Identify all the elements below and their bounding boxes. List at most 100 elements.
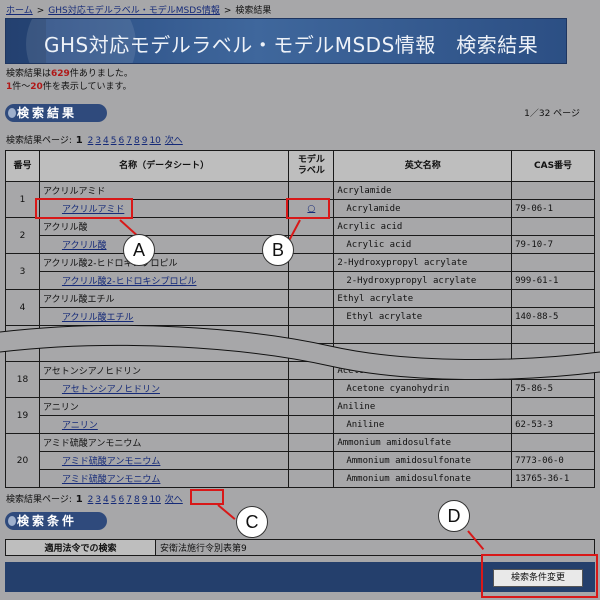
pager-current-page: 1 bbox=[75, 135, 83, 146]
summary-text: 件ありました。 bbox=[69, 69, 133, 79]
summary-text: 件を表示しています。 bbox=[42, 82, 132, 92]
cas-cell bbox=[511, 397, 595, 416]
table-row: 3 アクリル酸2-ヒドロキシプロピル 2-Hydroxypropyl acryl… bbox=[5, 253, 595, 290]
model-label-cell bbox=[288, 451, 335, 470]
callout-line-c bbox=[217, 504, 236, 520]
conditions-section-heading: 検索条件 bbox=[5, 512, 107, 530]
pager-page-link[interactable]: 10 bbox=[149, 136, 160, 146]
page-title: GHS対応モデルラベル・モデルMSDS情報 検索結果 bbox=[44, 33, 539, 57]
english-subname: Ammonium amidosulfonate bbox=[333, 451, 513, 470]
cas-number: 999-61-1 bbox=[511, 271, 595, 290]
english-name: 2-Hydroxypropyl acrylate bbox=[333, 253, 513, 272]
english-name: Ethyl acrylate bbox=[333, 289, 513, 308]
cas-cell bbox=[511, 181, 595, 200]
cas-cell bbox=[511, 253, 595, 272]
pager-current-page: 1 bbox=[75, 494, 83, 505]
pager-page-link[interactable]: 2 bbox=[88, 136, 94, 146]
pager-label: 検索結果ページ: bbox=[6, 495, 72, 505]
breadcrumb-ghs-link[interactable]: GHS対応モデルラベル・モデルMSDS情報 bbox=[48, 6, 220, 16]
table-row: 19 アニリン Aniline bbox=[5, 397, 595, 434]
table-header-row: 番号 名称（データシート） モデル ラベル 英文名称 CAS番号 bbox=[5, 150, 595, 182]
pager-page-link[interactable]: 4 bbox=[103, 495, 109, 505]
english-name: Aniline bbox=[333, 397, 513, 416]
pager-page-link[interactable]: 4 bbox=[103, 136, 109, 146]
datasheet-link[interactable]: アクリル酸2-ヒドロキシプロピル bbox=[62, 277, 197, 287]
substance-name: アニリン bbox=[38, 397, 290, 416]
row-number: 3 bbox=[5, 253, 40, 290]
col-header-name: 名称（データシート） bbox=[38, 150, 290, 182]
english-subname: Acrylamide bbox=[333, 199, 513, 218]
model-label-cell bbox=[288, 289, 335, 308]
pager-page-link[interactable]: 3 bbox=[95, 495, 101, 505]
model-label-cell bbox=[288, 415, 335, 434]
highlight-box-b bbox=[286, 198, 330, 219]
summary-text: 検索結果は bbox=[6, 69, 52, 79]
pager-page-link[interactable]: 9 bbox=[142, 136, 148, 146]
substance-name: アミド硫酸アンモニウム bbox=[38, 433, 290, 452]
datasheet-link[interactable]: アミド硫酸アンモニウム bbox=[62, 475, 160, 485]
callout-marker-c: C bbox=[236, 506, 268, 538]
pager-page-link[interactable]: 8 bbox=[134, 495, 140, 505]
table-row: アニリン Aniline 62-53-3 bbox=[6, 415, 595, 434]
english-name: Acrylamide bbox=[333, 181, 513, 200]
pager-page-link[interactable]: 7 bbox=[126, 136, 132, 146]
callout-marker-d: D bbox=[438, 500, 470, 532]
pager-page-link[interactable]: 2 bbox=[88, 495, 94, 505]
model-label-cell bbox=[288, 433, 335, 452]
table-row: 4 アクリル酸エチル Ethyl acrylate bbox=[5, 289, 595, 326]
model-label-cell bbox=[288, 469, 335, 488]
table-row: アミド硫酸アンモニウム Ammonium amidosulfonate 7773… bbox=[6, 451, 595, 470]
cas-cell bbox=[511, 433, 595, 452]
substance-name: アクリル酸エチル bbox=[38, 289, 290, 308]
model-label-cell bbox=[288, 397, 335, 416]
table-row: アミド硫酸アンモニウム Ammonium amidosulfonate 1376… bbox=[6, 469, 595, 488]
col-header-cas: CAS番号 bbox=[511, 150, 595, 182]
result-summary: 検索結果は629件ありました。 1件～20件を表示しています。 bbox=[6, 68, 133, 94]
pager-next-link[interactable]: 次へ bbox=[165, 495, 183, 505]
breadcrumb-home-link[interactable]: ホーム bbox=[6, 6, 33, 16]
pager-page-link[interactable]: 6 bbox=[119, 136, 125, 146]
datasheet-link[interactable]: アクリル酸 bbox=[62, 241, 107, 251]
pager-page-link[interactable]: 5 bbox=[111, 495, 117, 505]
model-label-cell bbox=[288, 271, 335, 290]
pager-top: 検索結果ページ: 1 2 3 4 5 6 7 8 9 10 次へ bbox=[6, 133, 183, 146]
cas-number: 7773-06-0 bbox=[511, 451, 595, 470]
cas-cell bbox=[511, 289, 595, 308]
callout-marker-b: B bbox=[262, 234, 294, 266]
condition-label: 適用法令での検索 bbox=[5, 539, 156, 556]
breadcrumb-separator: > bbox=[223, 6, 232, 16]
table-row: アクリル酸2-ヒドロキシプロピル 2-Hydroxypropyl acrylat… bbox=[6, 271, 595, 290]
highlight-box-a bbox=[35, 198, 133, 219]
table-row: 20 アミド硫酸アンモニウム Ammonium amidosulfate bbox=[5, 433, 595, 488]
breadcrumb: ホーム > GHS対応モデルラベル・モデルMSDS情報 > 検索結果 bbox=[6, 3, 271, 16]
page-banner: GHS対応モデルラベル・モデルMSDS情報 検索結果 bbox=[5, 18, 567, 64]
pager-page-link[interactable]: 3 bbox=[95, 136, 101, 146]
cas-number: 62-53-3 bbox=[511, 415, 595, 434]
pager-page-link[interactable]: 9 bbox=[142, 495, 148, 505]
pager-page-link[interactable]: 8 bbox=[134, 136, 140, 146]
pager-page-link[interactable]: 6 bbox=[119, 495, 125, 505]
highlight-box-d bbox=[481, 554, 598, 598]
pager-page-link[interactable]: 5 bbox=[111, 136, 117, 146]
cas-number: 79-10-7 bbox=[511, 235, 595, 254]
english-subname: Ammonium amidosulfonate bbox=[333, 469, 513, 488]
model-label-cell bbox=[288, 253, 335, 272]
col-header-no: 番号 bbox=[5, 150, 40, 182]
pager-next-link[interactable]: 次へ bbox=[165, 136, 183, 146]
col-header-english: 英文名称 bbox=[333, 150, 513, 182]
pager-page-link[interactable]: 7 bbox=[126, 495, 132, 505]
result-count: 629 bbox=[51, 69, 70, 79]
breadcrumb-separator: > bbox=[36, 6, 45, 16]
pager-page-link[interactable]: 10 bbox=[149, 495, 160, 505]
page-info: 1／32 ページ bbox=[524, 109, 580, 119]
substance-name: アクリルアミド bbox=[38, 181, 290, 200]
results-section-heading: 検索結果 bbox=[5, 104, 107, 122]
datasheet-link[interactable]: アニリン bbox=[62, 421, 98, 431]
model-label-cell bbox=[288, 235, 335, 254]
english-subname: 2-Hydroxypropyl acrylate bbox=[333, 271, 513, 290]
english-subname: Acrylic acid bbox=[333, 235, 513, 254]
table-row: アクリル酸 Acrylic acid 79-10-7 bbox=[6, 235, 595, 254]
callout-marker-a: A bbox=[123, 234, 155, 266]
table-row: 1 アクリルアミド Acrylamide bbox=[5, 181, 595, 218]
datasheet-link[interactable]: アミド硫酸アンモニウム bbox=[62, 457, 160, 467]
